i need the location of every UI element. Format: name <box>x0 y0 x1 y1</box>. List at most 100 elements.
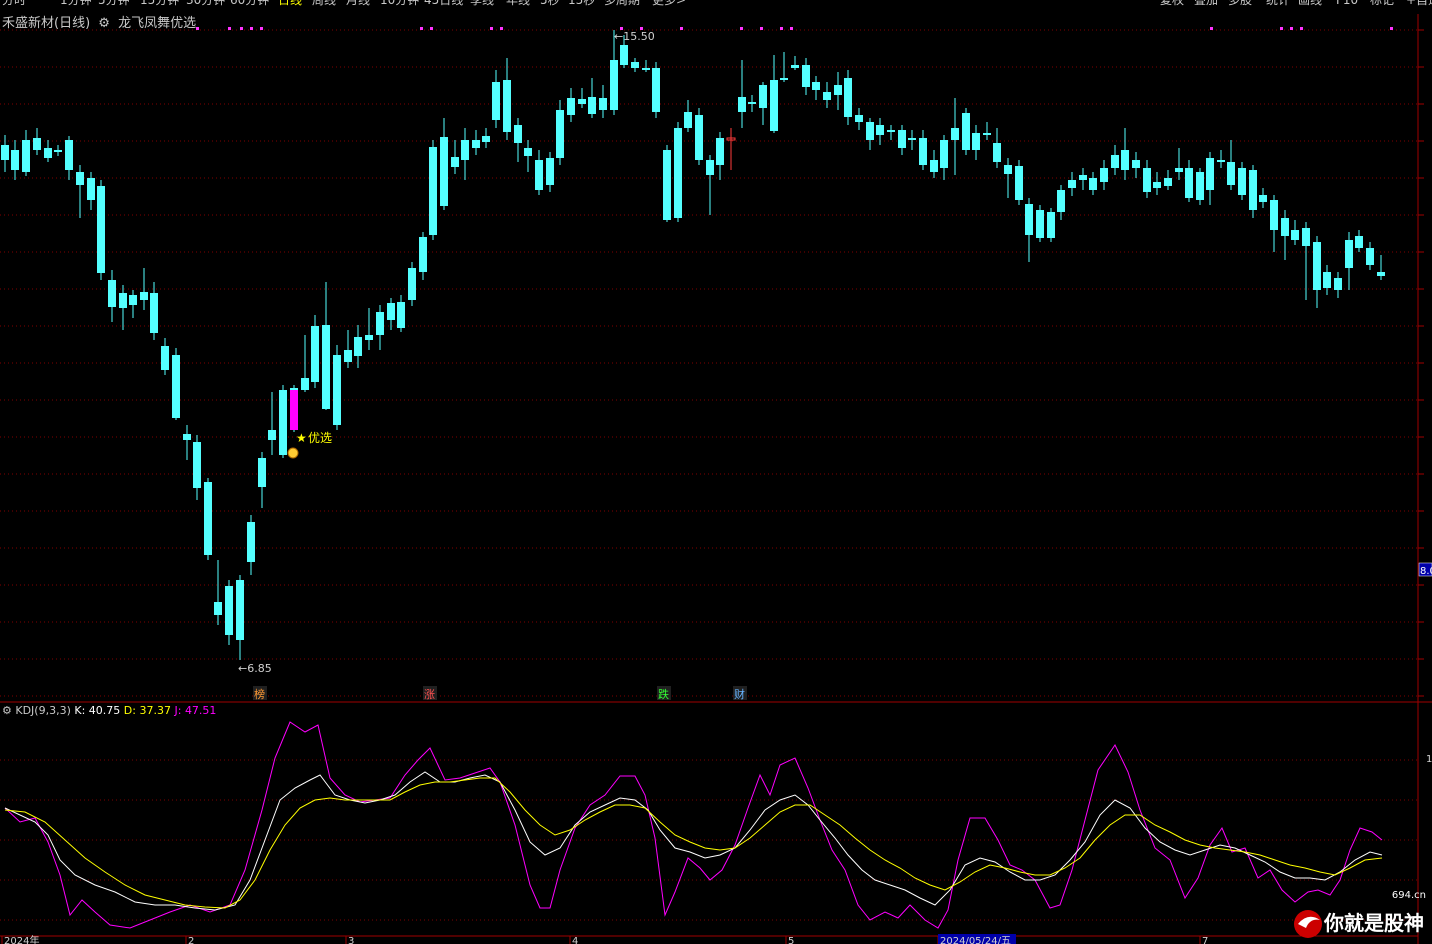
candle-body-down <box>311 326 319 382</box>
toolbar-button[interactable]: F10 <box>1336 0 1358 6</box>
period-tab[interactable]: 5分钟 <box>98 0 130 6</box>
candle-body-down <box>1249 170 1257 210</box>
candle-body-down <box>1057 190 1065 212</box>
signal-dot <box>1390 27 1393 30</box>
candle-body-down <box>823 92 831 100</box>
candle-body-down <box>524 148 532 156</box>
signal-dot <box>500 27 503 30</box>
kdj-d-value: 37.37 <box>139 704 171 717</box>
candle-body-down <box>140 292 148 300</box>
candle-body-down <box>1111 155 1119 168</box>
candle-body-down <box>1377 272 1385 276</box>
candle-body-down <box>97 186 105 273</box>
toolbar-button[interactable]: 多股 <box>1228 0 1252 6</box>
candle-body-down <box>759 85 767 108</box>
candle-body-down <box>887 130 895 132</box>
signal-dot <box>240 27 243 30</box>
signal-dot <box>260 27 263 30</box>
kdj-lines <box>4 721 1383 929</box>
candle-body-down <box>1 145 9 160</box>
period-tab[interactable]: 日线 <box>278 0 302 6</box>
signal-dot <box>196 27 199 30</box>
bottom-marker: 榜 <box>254 687 265 701</box>
bottom-marker: 跌 <box>658 687 669 701</box>
signal-dot <box>740 27 743 30</box>
candle-body-down <box>1164 178 1172 186</box>
candle-body-down <box>482 136 490 142</box>
signal-dot <box>680 27 683 30</box>
candle-body-down <box>642 68 650 70</box>
period-tab[interactable]: 10分钟 <box>380 0 419 6</box>
candle-body-down <box>322 325 330 409</box>
candlestick-series: ★ 优选 ←15.50 ←6.85 榜 涨 跌 财 <box>1 30 1385 701</box>
indicator-name: 龙飞凤舞优选 <box>118 16 197 31</box>
candle-body-down <box>279 390 287 455</box>
toolbar-button[interactable]: 叠加 <box>1194 0 1218 6</box>
stock-name: 禾盛新材(日线) <box>2 16 91 31</box>
signal-dot <box>228 27 231 30</box>
toolbar-button[interactable]: 标记 <box>1370 0 1394 6</box>
toolbar-button[interactable]: 复权 <box>1160 0 1184 6</box>
period-tab[interactable]: 多周期 <box>604 0 640 6</box>
period-tab[interactable]: 1分钟 <box>60 0 92 6</box>
candle-body-down <box>408 268 416 300</box>
signal-dot <box>640 27 643 30</box>
candle-body-down <box>376 312 384 335</box>
signal-dot <box>1300 27 1303 30</box>
candle-body-down <box>1270 200 1278 230</box>
period-tab[interactable]: 60分钟 <box>230 0 269 6</box>
indicator-gear-icon[interactable]: ⚙ <box>98 16 110 31</box>
period-tab[interactable]: 月线 <box>346 0 370 6</box>
toolbar-button[interactable]: +自选 <box>1406 0 1432 6</box>
candle-body-down <box>684 112 692 128</box>
candle-body-down <box>440 137 448 206</box>
toolbar-button[interactable]: 统计 <box>1266 0 1290 6</box>
candle-body-down <box>876 125 884 135</box>
toolbar-button[interactable]: 画线 <box>1298 0 1322 6</box>
candle-body-down <box>419 237 427 272</box>
signal-dot <box>420 27 423 30</box>
signal-dot <box>250 27 253 30</box>
candle-body-down <box>930 160 938 172</box>
candle-body-down <box>1175 168 1183 172</box>
signal-dot <box>1210 27 1213 30</box>
candle-body-down <box>695 115 703 160</box>
period-tab[interactable]: 15分钟 <box>140 0 179 6</box>
bottom-marker: 涨 <box>424 688 435 701</box>
candle-body-down <box>365 335 373 340</box>
period-tab[interactable]: 45日线 <box>424 0 463 6</box>
period-tab[interactable]: 年线 <box>506 0 530 6</box>
candle-body-down <box>225 586 233 635</box>
period-tab[interactable]: 5秒 <box>540 0 560 6</box>
kdj-k-line <box>4 771 1383 911</box>
candle-body-down <box>1291 230 1299 240</box>
kdj-gear-icon[interactable]: ⚙ <box>2 704 12 717</box>
candle-body-down <box>1185 168 1193 198</box>
kdj-k-value: 40.75 <box>88 704 121 717</box>
candle-body-down <box>748 102 756 104</box>
kdj-j-line <box>4 721 1383 929</box>
period-tab[interactable]: 周线 <box>312 0 336 6</box>
candle-body-down <box>1206 158 1214 190</box>
candle-body-down <box>1132 160 1140 168</box>
kdj-axis-label: 1 <box>1426 754 1432 765</box>
signal-dot <box>790 27 793 30</box>
time-label: 2 <box>188 936 194 944</box>
candle-body-down <box>22 140 30 172</box>
period-tab[interactable]: 季线 <box>470 0 494 6</box>
candle-body-down <box>599 98 607 110</box>
candle-body-down <box>503 80 511 132</box>
candle-body-down <box>1089 178 1097 190</box>
candle-body-down <box>1217 160 1225 162</box>
candle-body-down <box>1345 240 1353 268</box>
candle-body-down <box>1366 248 1374 265</box>
period-tab[interactable]: 更多> <box>652 0 686 6</box>
period-tab[interactable]: 30分钟 <box>186 0 225 6</box>
period-tab[interactable]: 分时 <box>2 0 26 6</box>
signal-star-icon: ★ <box>296 431 307 445</box>
period-tab[interactable]: 15秒 <box>568 0 595 6</box>
stock-chart[interactable]: ★优选 ←15.50 ←6.85 榜 涨 跌 财 8.0 1 2024年 2 3 4 5 2024/05/… <box>0 0 1432 944</box>
candle-body-down <box>514 125 522 143</box>
candle-body-down <box>119 293 127 308</box>
candle-body-down <box>44 148 52 158</box>
